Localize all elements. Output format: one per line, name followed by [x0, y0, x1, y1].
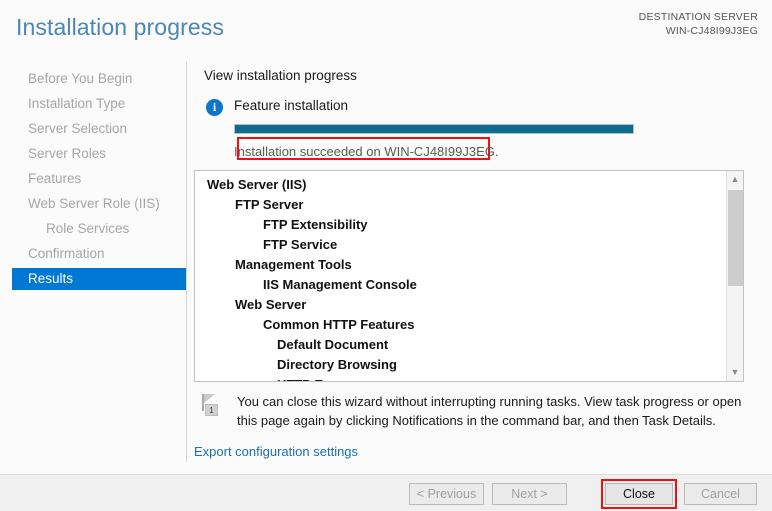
tree-item-label: Default Document — [277, 337, 389, 352]
sidebar-item-features[interactable]: Features — [12, 168, 186, 190]
flag-icon: 1 — [201, 394, 221, 416]
tree-item-label: Common HTTP Features — [263, 317, 415, 332]
tree-item: FTP Service — [195, 235, 725, 255]
sidebar-item-label: Confirmation — [28, 246, 105, 261]
sidebar-item-web-server-role-iis[interactable]: Web Server Role (IIS) — [12, 193, 186, 215]
cancel-button[interactable]: Cancel — [684, 483, 757, 505]
next-button[interactable]: Next > — [492, 483, 567, 505]
tree-item-label: Management Tools — [235, 257, 352, 272]
sidebar-item-label: Server Selection — [28, 121, 128, 136]
sidebar-item-server-selection[interactable]: Server Selection — [12, 118, 186, 140]
tree-item: FTP Extensibility — [195, 215, 725, 235]
sidebar-item-confirmation[interactable]: Confirmation — [12, 243, 186, 265]
chevron-up-icon[interactable]: ▲ — [727, 171, 743, 188]
sidebar-item-label: Features — [28, 171, 82, 186]
success-message-highlight — [237, 137, 490, 160]
sidebar-item-before-you-begin[interactable]: Before You Begin — [12, 68, 186, 90]
page-header: Installation progress DESTINATION SERVER… — [0, 0, 772, 62]
tree-item-label: FTP Service — [263, 237, 338, 252]
tree-item: Default Document — [195, 335, 725, 355]
destination-server-name: WIN-CJ48I99J3EG — [665, 25, 758, 37]
sidebar-item-server-roles[interactable]: Server Roles — [12, 143, 186, 165]
sidebar-item-role-services[interactable]: Role Services — [12, 218, 186, 240]
notification-badge: 1 — [205, 404, 218, 416]
installation-progress-bar — [234, 124, 634, 134]
tree-item-label: FTP Extensibility — [263, 217, 368, 232]
sidebar-item-label: Web Server Role (IIS) — [28, 196, 160, 211]
tree-item: Web Server — [195, 295, 725, 315]
sidebar-item-label: Results — [28, 271, 74, 286]
tree-item: HTTP Errors — [195, 375, 725, 381]
close-button[interactable]: Close — [605, 483, 673, 505]
sidebar-item-label: Role Services — [46, 221, 130, 236]
feature-tree-list: Web Server (IIS) FTP Server FTP Extensibil… — [195, 175, 725, 381]
progress-bar-fill — [235, 125, 633, 133]
destination-server-label: DESTINATION SERVER — [638, 11, 758, 23]
sidebar-item-label: Installation Type — [28, 96, 126, 111]
wizard-step-sidebar: Before You Begin Installation Type Server … — [0, 62, 187, 462]
section-title: View installation progress — [204, 68, 357, 83]
sidebar-item-label: Server Roles — [28, 146, 107, 161]
sidebar-item-results[interactable]: Results — [12, 268, 186, 290]
flag-banner — [204, 394, 215, 403]
tree-item: Directory Browsing — [195, 355, 725, 375]
sidebar-item-label: Before You Begin — [28, 71, 133, 86]
wizard-footer: < Previous Next > Close Cancel — [0, 474, 772, 511]
sidebar-item-installation-type[interactable]: Installation Type — [12, 93, 186, 115]
previous-button[interactable]: < Previous — [409, 483, 484, 505]
tree-item: Common HTTP Features — [195, 315, 725, 335]
tree-item-label: Web Server (IIS) — [207, 177, 307, 192]
chevron-down-icon[interactable]: ▼ — [727, 364, 743, 381]
tree-item: FTP Server — [195, 195, 725, 215]
info-icon-glyph: i — [212, 100, 217, 114]
tree-item-label: Directory Browsing — [277, 357, 397, 372]
main-content: View installation progress i Feature ins… — [187, 62, 772, 462]
tree-item: Management Tools — [195, 255, 725, 275]
feature-tree-scrollbar[interactable]: ▲ ▼ — [726, 171, 743, 381]
tree-item: IIS Management Console — [195, 275, 725, 295]
tree-item-label: HTTP Errors — [277, 377, 353, 381]
page-title: Installation progress — [16, 14, 224, 40]
scrollbar-thumb[interactable] — [728, 190, 743, 286]
tree-item-label: Web Server — [235, 297, 307, 312]
export-configuration-settings-link[interactable]: Export configuration settings — [194, 444, 358, 459]
installation-type-label: Feature installation — [234, 98, 349, 113]
destination-server-info: DESTINATION SERVER WIN-CJ48I99J3EG — [639, 10, 758, 38]
notification-text: You can close this wizard without interr… — [237, 394, 742, 428]
installed-features-panel[interactable]: Web Server (IIS) FTP Server FTP Extensibil… — [194, 170, 744, 382]
tree-item: Web Server (IIS) — [195, 175, 725, 195]
info-circle-icon: i — [206, 99, 223, 116]
tree-item-label: FTP Server — [235, 197, 304, 212]
tree-item-label: IIS Management Console — [263, 277, 417, 292]
